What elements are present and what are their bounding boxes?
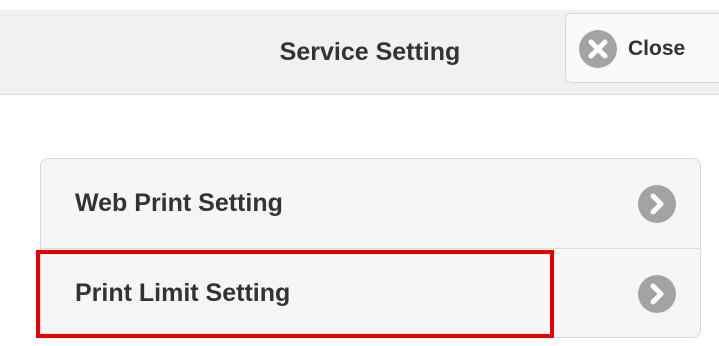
close-button-label: Close — [628, 37, 686, 60]
chevron-right-icon — [638, 185, 676, 223]
menu-item-label: Print Limit Setting — [75, 279, 291, 307]
menu-item-print-limit-setting[interactable]: Print Limit Setting — [41, 249, 700, 337]
header-bar: Service Setting Close — [0, 10, 719, 95]
close-circle-icon — [579, 30, 617, 68]
settings-menu-list: Web Print Setting Print Limit Setting — [40, 158, 701, 338]
menu-item-web-print-setting[interactable]: Web Print Setting — [41, 159, 700, 249]
menu-item-label: Web Print Setting — [75, 189, 283, 217]
close-button[interactable]: Close — [565, 13, 719, 83]
chevron-right-icon — [638, 275, 676, 313]
